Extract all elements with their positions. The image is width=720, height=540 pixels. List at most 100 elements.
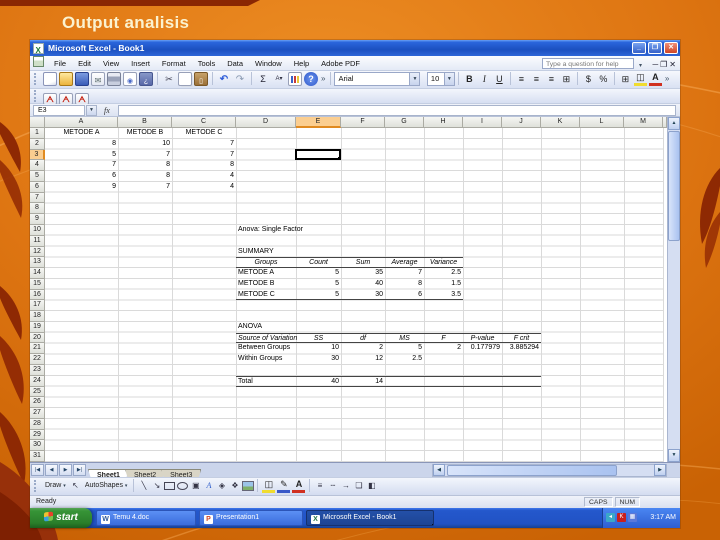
menu-format[interactable]: Format — [156, 57, 192, 71]
active-cell[interactable] — [295, 148, 341, 161]
menu-adobe-pdf[interactable]: Adobe PDF — [315, 57, 366, 71]
cell-B3[interactable]: 7 — [118, 150, 172, 161]
row-header-25[interactable]: 25 — [30, 386, 45, 398]
row-header-24[interactable]: 24 — [30, 375, 45, 387]
align-left-button[interactable]: ≡ — [515, 72, 528, 86]
cell-A5[interactable]: 6 — [45, 171, 118, 182]
autoshapes-menu[interactable]: AutoShapes ▾ — [82, 479, 131, 493]
horizontal-scroll-thumb[interactable] — [447, 465, 617, 476]
oval-icon[interactable] — [176, 479, 189, 493]
start-button[interactable]: start — [30, 508, 92, 528]
help-icon[interactable] — [304, 72, 318, 86]
row-header-22[interactable]: 22 — [30, 354, 45, 366]
cell-E22[interactable]: 30 — [296, 354, 341, 365]
insert-picture-icon[interactable] — [241, 479, 254, 493]
row-header-20[interactable]: 20 — [30, 332, 45, 344]
cell-F24[interactable]: 14 — [341, 375, 385, 387]
cell-D16[interactable]: METODE C — [236, 290, 296, 301]
cell-G20[interactable]: MS — [385, 332, 424, 344]
print-preview-icon[interactable] — [123, 72, 137, 86]
cell-H16[interactable]: 3.5 — [424, 290, 463, 301]
rectangle-icon[interactable] — [163, 479, 176, 493]
arrow-style-icon[interactable]: → — [339, 479, 352, 493]
select-objects-icon[interactable]: ↖ — [69, 479, 82, 493]
paste-icon[interactable] — [194, 72, 208, 86]
taskbar-button-temu-4-doc[interactable]: Temu 4.doc — [96, 510, 196, 526]
shadow-style-icon[interactable]: ❏ — [352, 479, 365, 493]
column-header-E[interactable]: E — [296, 117, 341, 128]
menu-help[interactable]: Help — [288, 57, 315, 71]
cell-C5[interactable]: 4 — [172, 171, 236, 182]
cell-I24[interactable] — [463, 375, 502, 387]
row-header-29[interactable]: 29 — [30, 429, 45, 441]
bold-button[interactable]: B — [463, 72, 476, 86]
align-center-button[interactable]: ≡ — [530, 72, 543, 86]
cell-A2[interactable]: 8 — [45, 139, 118, 150]
cell-H21[interactable]: 2 — [424, 343, 463, 354]
scroll-up-icon[interactable]: ▲ — [668, 117, 680, 130]
cell-F22[interactable]: 12 — [341, 354, 385, 365]
horizontal-scrollbar[interactable]: ◀ ▶ — [432, 464, 667, 477]
restore-button[interactable]: ❐ — [648, 42, 662, 54]
chevron-down-icon[interactable]: ▼ — [409, 73, 420, 85]
row-header-14[interactable]: 14 — [30, 268, 45, 279]
cell-F21[interactable]: 2 — [341, 343, 385, 354]
menu-file[interactable]: File — [48, 57, 72, 71]
column-header-D[interactable]: D — [236, 117, 296, 128]
save-icon[interactable] — [75, 72, 89, 86]
cell-H15[interactable]: 1.5 — [424, 279, 463, 290]
cell-I21[interactable]: 0.177979 — [463, 343, 502, 354]
cell-G24[interactable] — [385, 375, 424, 387]
cell-H14[interactable]: 2.5 — [424, 268, 463, 279]
cell-E13[interactable]: Count — [296, 257, 341, 269]
row-header-4[interactable]: 4 — [30, 160, 45, 172]
clip-art-icon[interactable]: ❖ — [228, 479, 241, 493]
cell-D13[interactable]: Groups — [236, 257, 296, 269]
percent-button[interactable]: % — [597, 72, 610, 86]
scroll-left-icon[interactable]: ◀ — [433, 464, 445, 476]
close-button[interactable]: ✕ — [664, 42, 678, 54]
column-header-B[interactable]: B — [118, 117, 172, 128]
column-header-J[interactable]: J — [502, 117, 541, 128]
arrow-icon[interactable]: ↘ — [150, 479, 163, 493]
menu-insert[interactable]: Insert — [125, 57, 156, 71]
dash-style-icon[interactable]: ╌ — [326, 479, 339, 493]
column-header-G[interactable]: G — [385, 117, 424, 128]
three-d-style-icon[interactable]: ◧ — [365, 479, 378, 493]
fill-color-button[interactable]: ◫ — [633, 72, 647, 86]
first-sheet-icon[interactable]: |◀ — [31, 464, 44, 476]
row-header-10[interactable]: 10 — [30, 224, 45, 236]
row-header-17[interactable]: 17 — [30, 300, 45, 312]
row-header-18[interactable]: 18 — [30, 311, 45, 322]
cell-B6[interactable]: 7 — [118, 182, 172, 193]
row-header-7[interactable]: 7 — [30, 192, 45, 204]
line-color-icon[interactable]: ✎ — [277, 479, 291, 493]
cell-A3[interactable]: 5 — [45, 150, 118, 161]
align-right-button[interactable]: ≡ — [545, 72, 558, 86]
menu-data[interactable]: Data — [221, 57, 249, 71]
column-header-C[interactable]: C — [172, 117, 236, 128]
row-header-21[interactable]: 21 — [30, 343, 45, 355]
vertical-scrollbar[interactable]: ▲ ▼ — [667, 117, 680, 462]
cell-D19[interactable]: ANOVA — [236, 322, 296, 333]
cell-D12[interactable]: SUMMARY — [236, 247, 296, 258]
font-color-icon[interactable]: A — [292, 479, 306, 493]
toolbar-grip[interactable] — [34, 73, 39, 85]
text-box-icon[interactable]: ▣ — [189, 479, 202, 493]
column-header-L[interactable]: L — [580, 117, 624, 128]
undo-icon[interactable] — [217, 72, 231, 86]
cell-G22[interactable]: 2.5 — [385, 354, 424, 365]
cell-B2[interactable]: 10 — [118, 139, 172, 150]
draw-menu[interactable]: Draw ▾ — [42, 479, 69, 493]
row-header-28[interactable]: 28 — [30, 418, 45, 430]
currency-button[interactable]: $ — [582, 72, 595, 86]
row-header-15[interactable]: 15 — [30, 278, 45, 290]
menu-view[interactable]: View — [97, 57, 125, 71]
cell-D10[interactable]: Anova: Single Factor — [236, 225, 303, 236]
cell-E21[interactable]: 10 — [296, 343, 341, 354]
name-box-dropdown-icon[interactable]: ▼ — [86, 105, 97, 116]
tray-icon[interactable]: ◂ — [606, 513, 615, 522]
row-header-26[interactable]: 26 — [30, 397, 45, 409]
row-header-31[interactable]: 31 — [30, 451, 45, 462]
cell-F15[interactable]: 40 — [341, 279, 385, 290]
